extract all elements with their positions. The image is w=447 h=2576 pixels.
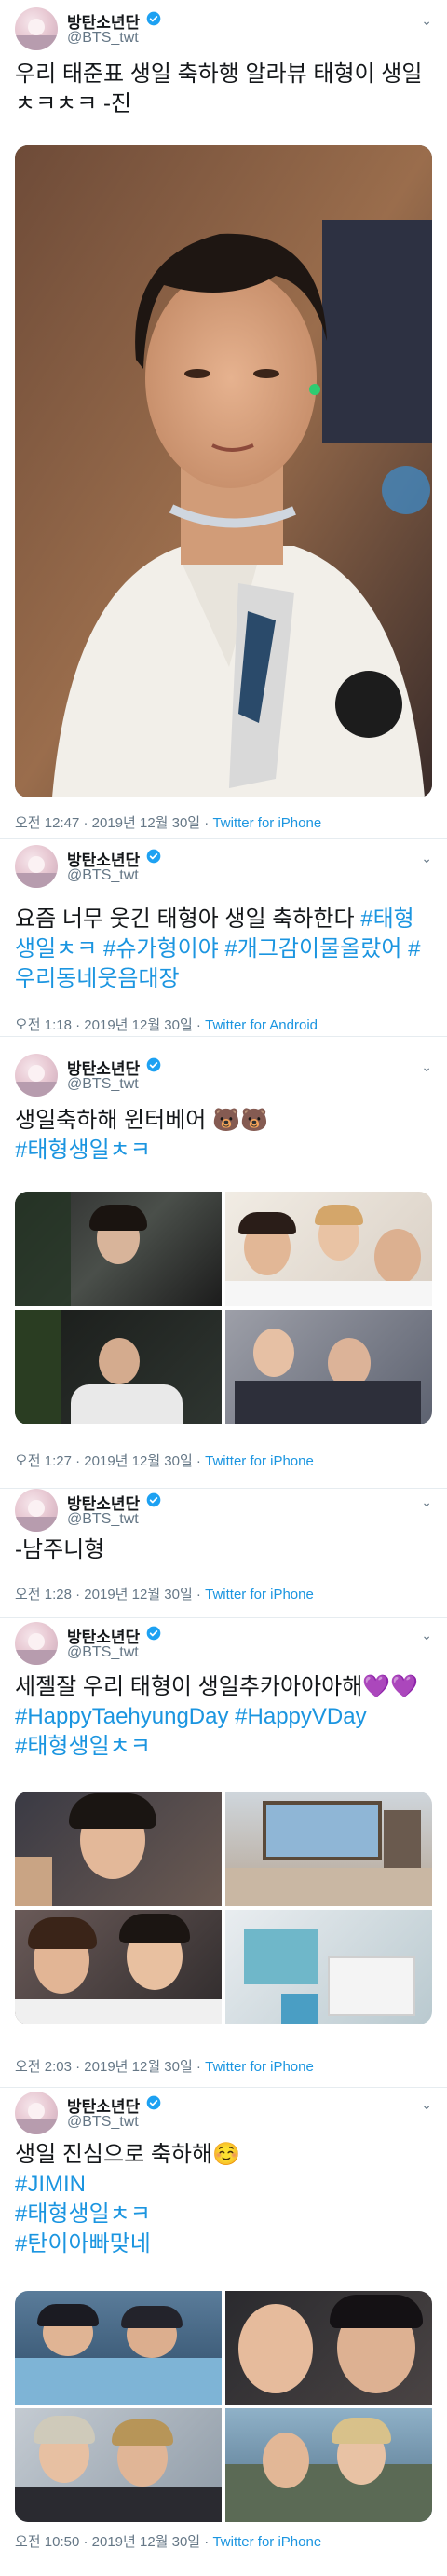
tweet-3[interactable]: 방탄소년단 @BTS_twt ⌄ 생일축하해 윈터베어 🐻🐻 #태형생일ㅊㅋ 오… [0,1037,447,1488]
source-app-link[interactable]: Twitter for iPhone [205,1453,314,1469]
photo-grid [15,2291,432,2522]
grid-photo[interactable] [15,1910,222,2024]
handle[interactable]: @BTS_twt [67,1076,139,1093]
tweet-5[interactable]: 방탄소년단 @BTS_twt ⌄ 세젤잘 우리 태형이 생일추카아아아해💜💜 #… [0,1618,447,2087]
grid-photo[interactable] [225,1192,432,1306]
verified-badge-icon [146,1057,161,1072]
source-app-link[interactable]: Twitter for iPhone [205,2059,314,2075]
photo-portrait [15,145,432,797]
tweet-text-plain: 생일축하해 윈터베어 🐻🐻 [15,1108,268,1133]
tweet-timestamp[interactable]: 오전 1:27 · 2019년 12월 30일 · Twitter for iP… [15,1451,314,1470]
tweet-timestamp[interactable]: 오전 1:28 · 2019년 12월 30일 · Twitter for iP… [15,1584,314,1603]
hashtag-link[interactable]: #슈가형이야 [103,936,219,961]
tweet-text: 세젤잘 우리 태형이 생일추카아아아해💜💜 #HappyTaehyungDay … [15,1672,434,1762]
grid-photo[interactable] [225,1310,432,1424]
tweet-photo[interactable] [15,145,432,797]
source-app-link[interactable]: Twitter for iPhone [212,815,321,831]
timestamp-text[interactable]: 오전 1:18 · 2019년 12월 30일 · [15,1017,205,1033]
tweet-6[interactable]: 방탄소년단 @BTS_twt ⌄ 생일 진심으로 축하해☺️ #JIMIN #태… [0,2088,447,2576]
chevron-down-icon[interactable]: ⌄ [421,1059,432,1075]
tweet-2[interactable]: 방탄소년단 @BTS_twt ⌄ 요즘 너무 웃긴 태형아 생일 축하한다 #태… [0,839,447,1036]
tweet-timestamp[interactable]: 오전 2:03 · 2019년 12월 30일 · Twitter for iP… [15,2056,314,2076]
handle[interactable]: @BTS_twt [67,2114,139,2131]
verified-badge-icon [146,849,161,864]
grid-photo[interactable] [225,1910,432,2024]
grid-photo[interactable] [15,2408,222,2522]
timestamp-text[interactable]: 오전 2:03 · 2019년 12월 30일 · [15,2059,205,2075]
timestamp-text[interactable]: 오전 12:47 · 2019년 12월 30일 · [15,815,212,831]
hashtag-link[interactable]: #태형생일ㅊㅋ [15,1138,151,1163]
chevron-down-icon[interactable]: ⌄ [421,13,432,29]
photo-grid [15,1192,432,1424]
timestamp-text[interactable]: 오전 1:27 · 2019년 12월 30일 · [15,1453,205,1469]
tweet-text: 생일 진심으로 축하해☺️ #JIMIN #태형생일ㅊㅋ #탄이아빠맞네 [15,2140,434,2259]
verified-badge-icon [146,1626,161,1641]
timestamp-text[interactable]: 오전 10:50 · 2019년 12월 30일 · [15,2534,212,2550]
timestamp-text[interactable]: 오전 1:28 · 2019년 12월 30일 · [15,1587,205,1602]
grid-photo[interactable] [225,1792,432,1906]
avatar[interactable] [15,2092,58,2134]
tweet-text: 생일축하해 윈터베어 🐻🐻 #태형생일ㅊㅋ [15,1106,434,1165]
hashtag-link[interactable]: #JIMIN [15,2172,86,2197]
avatar[interactable] [15,1054,58,1097]
chevron-down-icon[interactable]: ⌄ [421,1494,432,1510]
handle[interactable]: @BTS_twt [67,1644,139,1661]
tweet-text-plain: 생일 진심으로 축하해☺️ [15,2142,240,2167]
tweet-timestamp[interactable]: 오전 12:47 · 2019년 12월 30일 · Twitter for i… [15,812,321,832]
hashtag-link[interactable]: #태형생일ㅊㅋ [15,2201,151,2227]
tweet-text-plain: 세젤잘 우리 태형이 생일추카아아아해💜💜 [15,1674,419,1699]
tweet-text: 요즘 너무 웃긴 태형아 생일 축하한다 #태형생일ㅊㅋ #슈가형이야 #개그감… [15,905,434,994]
avatar[interactable] [15,845,58,888]
grid-photo[interactable] [225,2291,432,2405]
verified-badge-icon [146,1492,161,1507]
hashtag-link[interactable]: #개그감이물올랐어 [224,936,401,961]
grid-photo[interactable] [15,1192,222,1306]
photo-grid [15,1792,432,2024]
source-app-link[interactable]: Twitter for Android [205,1017,318,1033]
verified-badge-icon [146,2095,161,2110]
grid-photo[interactable] [225,2408,432,2522]
avatar[interactable] [15,1622,58,1665]
tweet-text-plain: 요즘 너무 웃긴 태형아 생일 축하한다 [15,906,361,932]
hashtag-link[interactable]: #HappyTaehyungDay [15,1704,229,1729]
hashtag-link[interactable]: #HappyVDay [235,1704,366,1729]
tweet-4[interactable]: 방탄소년단 @BTS_twt ⌄ -남주니형 오전 1:28 · 2019년 1… [0,1489,447,1617]
handle[interactable]: @BTS_twt [67,867,139,884]
grid-photo[interactable] [15,1792,222,1906]
verified-badge-icon [146,11,161,26]
chevron-down-icon[interactable]: ⌄ [421,2097,432,2113]
tweet-timestamp[interactable]: 오전 1:18 · 2019년 12월 30일 · Twitter for An… [15,1015,318,1034]
grid-photo[interactable] [15,2291,222,2405]
hashtag-link[interactable]: #탄이아빠맞네 [15,2231,151,2256]
handle[interactable]: @BTS_twt [67,1511,139,1528]
chevron-down-icon[interactable]: ⌄ [421,1628,432,1643]
chevron-down-icon[interactable]: ⌄ [421,851,432,866]
grid-photo[interactable] [15,1310,222,1424]
tweet-timestamp[interactable]: 오전 10:50 · 2019년 12월 30일 · Twitter for i… [15,2531,321,2551]
hashtag-link[interactable]: #태형생일ㅊㅋ [15,1734,151,1759]
tweet-text: -남주니형 [15,1537,105,1562]
tweet-text: 우리 태준표 생일 축하행 알라뷰 태형이 생일 ㅊㅋㅊㅋ -진 [15,61,423,116]
avatar[interactable] [15,1489,58,1532]
source-app-link[interactable]: Twitter for iPhone [205,1587,314,1602]
handle[interactable]: @BTS_twt [67,30,139,47]
source-app-link[interactable]: Twitter for iPhone [212,2534,321,2550]
avatar[interactable] [15,7,58,50]
tweet-1[interactable]: 방탄소년단 @BTS_twt ⌄ 우리 태준표 생일 축하행 알라뷰 태형이 생… [0,0,447,838]
